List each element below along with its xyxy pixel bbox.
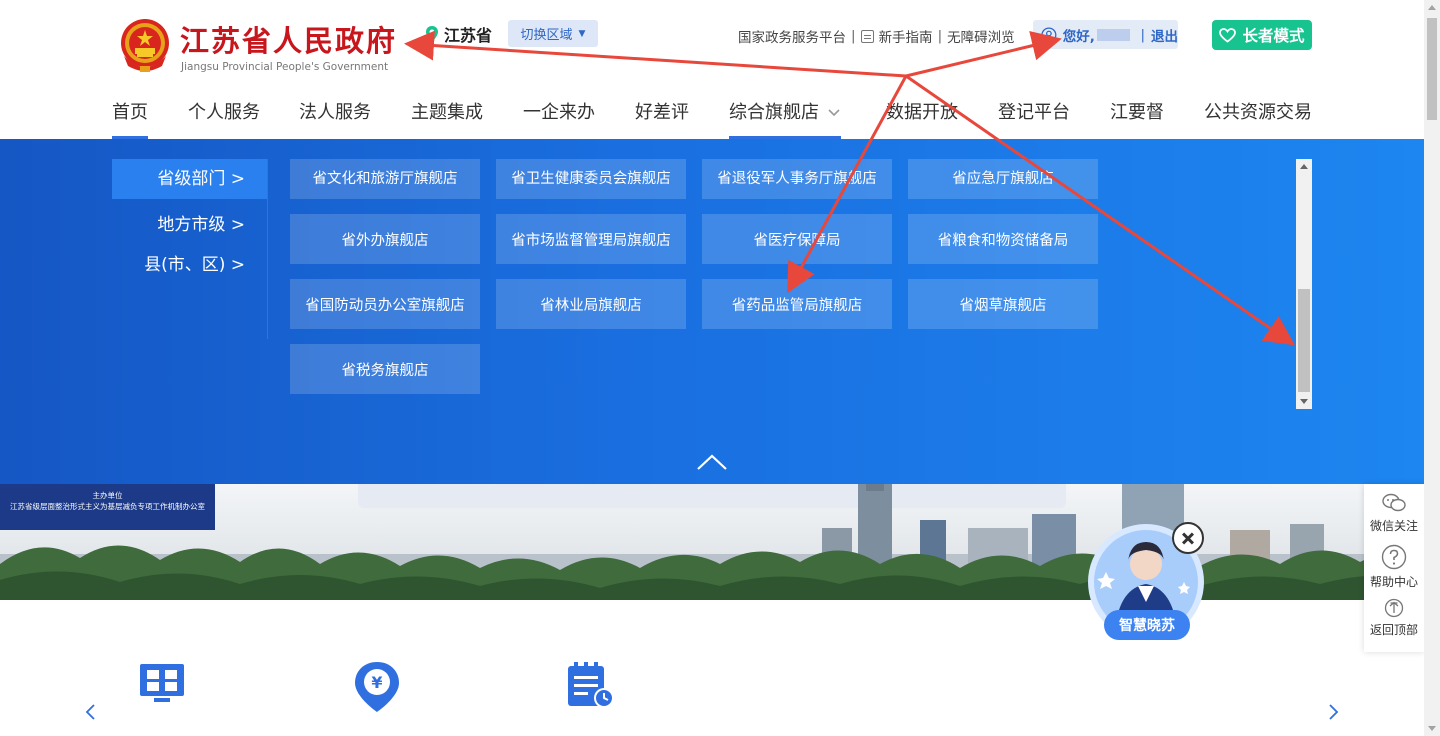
back-to-top-label: 返回顶部 bbox=[1369, 623, 1418, 637]
logout-link[interactable]: 退出 bbox=[1151, 25, 1178, 45]
sponsor-label: 主办单位 bbox=[92, 491, 123, 500]
chevron-down-icon bbox=[828, 108, 840, 116]
divider: | bbox=[851, 28, 856, 44]
store-card[interactable]: 省税务旗舰店 bbox=[290, 344, 480, 394]
annotation-arrow bbox=[404, 30, 907, 78]
switch-region-button[interactable]: 切换区域 ▼ bbox=[508, 20, 598, 47]
arrow-up-icon bbox=[1384, 598, 1404, 618]
divider: | bbox=[937, 28, 943, 44]
store-card[interactable]: 省应急厅旗舰店 bbox=[908, 159, 1098, 199]
category-municipal[interactable]: 地方市级 > bbox=[157, 210, 245, 235]
nav-personal-services[interactable]: 个人服务 bbox=[188, 98, 260, 124]
page-scroll-down-icon[interactable] bbox=[1428, 726, 1436, 731]
current-region: 江苏省 bbox=[424, 24, 493, 45]
payment-location-icon[interactable]: ¥ bbox=[352, 660, 402, 714]
nav-registration[interactable]: 登记平台 bbox=[998, 98, 1070, 124]
nav-public-resources[interactable]: 公共资源交易 bbox=[1204, 98, 1312, 124]
nav-home[interactable]: 首页 bbox=[112, 98, 148, 139]
store-card[interactable]: 省医疗保障局 bbox=[702, 214, 892, 264]
svg-text:¥: ¥ bbox=[371, 673, 382, 692]
question-icon bbox=[1381, 544, 1407, 570]
store-list-scrollbar[interactable] bbox=[1296, 159, 1312, 409]
national-platform-link[interactable]: 国家政务服务平台 bbox=[738, 26, 846, 46]
nav-open-data[interactable]: 数据开放 bbox=[886, 98, 958, 124]
store-card[interactable]: 省粮食和物资储备局 bbox=[908, 214, 1098, 264]
elder-mode-button[interactable]: 长者模式 bbox=[1212, 20, 1312, 50]
national-emblem-icon bbox=[121, 19, 169, 72]
page: 江苏省人民政府 Jiangsu Provincial People's Gove… bbox=[0, 0, 1440, 736]
user-greeting: 您好, bbox=[1062, 28, 1095, 45]
elder-mode-label: 长者模式 bbox=[1242, 27, 1305, 45]
flagship-dropdown-panel: 省级部门 > 地方市级 > 县(市、区) > 省文化和旅游厅旗舰店 省卫生健康委… bbox=[0, 139, 1424, 484]
guide-book-icon bbox=[860, 29, 874, 43]
top-links: 国家政务服务平台 | 新手指南 | 无障碍浏览 bbox=[738, 26, 1015, 46]
nav-one-enterprise[interactable]: 一企来办 bbox=[523, 98, 595, 124]
assistant-label[interactable]: 智慧晓苏 bbox=[1104, 610, 1190, 640]
scroll-down-arrow-icon[interactable] bbox=[1300, 399, 1308, 404]
nav-supervision[interactable]: 江要督 bbox=[1110, 98, 1164, 124]
carousel-prev-icon[interactable] bbox=[84, 702, 98, 722]
divider: | bbox=[1140, 26, 1145, 43]
carousel-next-icon[interactable] bbox=[1326, 702, 1340, 722]
wechat-icon bbox=[1382, 493, 1406, 512]
site-subtitle: Jiangsu Provincial People's Government bbox=[181, 61, 389, 73]
city-banner: 主办单位 江苏省级层面整治形式主义为基层减负专项工作机制办公室 bbox=[0, 484, 1424, 600]
scroll-up-arrow-icon[interactable] bbox=[1300, 164, 1308, 169]
page-scroll-up-icon[interactable] bbox=[1428, 5, 1436, 10]
category-list: 省级部门 > 地方市级 > 县(市、区) > bbox=[112, 159, 268, 339]
page-scrollbar[interactable] bbox=[1424, 0, 1440, 736]
nav-themes[interactable]: 主题集成 bbox=[411, 98, 483, 124]
nav-rating[interactable]: 好差评 bbox=[635, 98, 689, 124]
store-card[interactable]: 省文化和旅游厅旗舰店 bbox=[290, 159, 480, 199]
store-card[interactable]: 省林业局旗舰店 bbox=[496, 279, 686, 329]
sponsor-badge: 主办单位 江苏省级层面整治形式主义为基层减负专项工作机制办公室 bbox=[0, 484, 215, 530]
main-nav: 首页 个人服务 法人服务 主题集成 一企来办 好差评 综合旗舰店 数据开放 登记… bbox=[0, 86, 1424, 139]
computer-service-icon[interactable] bbox=[138, 660, 186, 708]
floating-side-panel: 微信关注 帮助中心 返回顶部 bbox=[1364, 484, 1424, 652]
store-card[interactable]: 省国防动员办公室旗舰店 bbox=[290, 279, 480, 329]
category-county[interactable]: 县(市、区) > bbox=[144, 250, 245, 275]
nav-flagship-stores[interactable]: 综合旗舰店 bbox=[729, 98, 841, 139]
location-pin-icon bbox=[426, 26, 438, 42]
masked-username bbox=[1096, 28, 1131, 41]
wechat-follow-label: 微信关注 bbox=[1369, 519, 1418, 533]
collapse-chevron-up-icon[interactable] bbox=[696, 451, 728, 473]
wechat-follow-button[interactable]: 微信关注 bbox=[1364, 492, 1424, 534]
help-center-label: 帮助中心 bbox=[1369, 575, 1418, 589]
nav-flagship-label: 综合旗舰店 bbox=[729, 102, 819, 123]
heart-icon bbox=[1219, 27, 1237, 43]
category-provincial[interactable]: 省级部门 > bbox=[112, 159, 267, 199]
store-card[interactable]: 省市场监督管理局旗舰店 bbox=[496, 214, 686, 264]
store-card[interactable]: 省退役军人事务厅旗舰店 bbox=[702, 159, 892, 199]
switch-region-label: 切换区域 bbox=[520, 28, 573, 43]
help-center-button[interactable]: 帮助中心 bbox=[1364, 544, 1424, 590]
store-card[interactable]: 省烟草旗舰店 bbox=[908, 279, 1098, 329]
store-card[interactable]: 省外办旗舰店 bbox=[290, 214, 480, 264]
site-title[interactable]: 江苏省人民政府 bbox=[180, 18, 397, 60]
caret-down-icon: ▼ bbox=[578, 28, 586, 39]
accessible-browse-link[interactable]: 无障碍浏览 bbox=[947, 26, 1015, 46]
page-scrollbar-thumb[interactable] bbox=[1427, 18, 1437, 120]
sponsor-name: 江苏省级层面整治形式主义为基层减负专项工作机制办公室 bbox=[10, 502, 205, 511]
user-box: 您好, | 退出 bbox=[1033, 20, 1178, 49]
region-name: 江苏省 bbox=[444, 26, 493, 45]
nav-legal-entity-services[interactable]: 法人服务 bbox=[299, 98, 371, 124]
schedule-document-icon[interactable] bbox=[566, 660, 616, 710]
scrollbar-thumb[interactable] bbox=[1298, 289, 1310, 392]
store-card[interactable]: 省卫生健康委员会旗舰店 bbox=[496, 159, 686, 199]
store-grid: 省文化和旅游厅旗舰店 省卫生健康委员会旗舰店 省退役军人事务厅旗舰店 省应急厅旗… bbox=[290, 159, 1110, 399]
user-icon bbox=[1041, 26, 1057, 43]
back-to-top-button[interactable]: 返回顶部 bbox=[1364, 598, 1424, 638]
beginner-guide-link[interactable]: 新手指南 bbox=[879, 26, 933, 46]
store-card[interactable]: 省药品监管局旗舰店 bbox=[702, 279, 892, 329]
close-icon[interactable] bbox=[1172, 522, 1204, 554]
